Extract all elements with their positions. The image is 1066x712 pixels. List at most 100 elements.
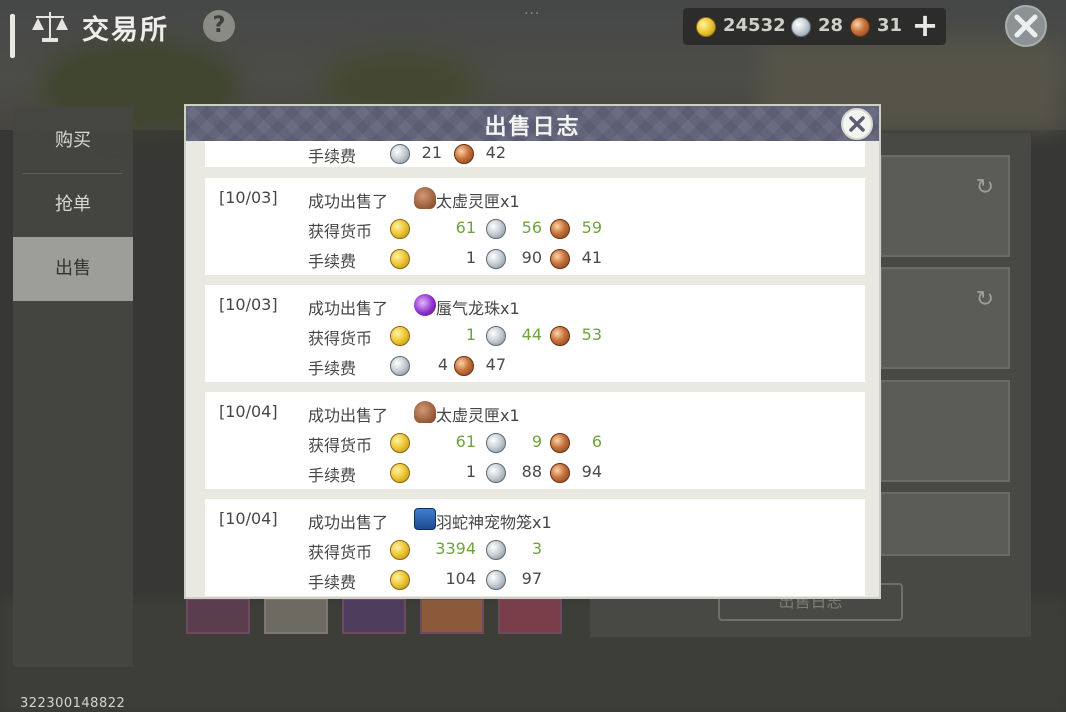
nav-sell[interactable]: 出售	[13, 237, 133, 301]
sell-slot[interactable]: ↻	[880, 155, 1010, 257]
earned-label: 获得货币	[308, 329, 373, 348]
earned-label: 获得货币	[308, 222, 373, 241]
gold-coin-icon	[390, 249, 410, 269]
entry-date: [10/03]	[219, 188, 278, 207]
copper-coin-icon	[550, 463, 570, 483]
top-bar: 交易所 ? ··· 24532 28 31 +	[0, 0, 1066, 58]
silver-coin-icon	[486, 540, 506, 560]
earned-silver: 56	[521, 218, 542, 237]
fee-gold: 104	[445, 569, 476, 588]
silver-coin-icon	[486, 433, 506, 453]
earned-silver: 9	[531, 432, 542, 451]
silver-coin-icon	[486, 219, 506, 239]
sold-label: 成功出售了	[308, 513, 389, 532]
earned-copper: 6	[591, 432, 602, 451]
inventory-item[interactable]	[420, 598, 484, 634]
dialog-close-button[interactable]	[841, 108, 873, 140]
item-name: 蜃气龙珠x1	[436, 299, 520, 318]
box-icon	[414, 187, 436, 209]
silver-coin-icon	[486, 570, 506, 590]
copper-coin-icon	[550, 219, 570, 239]
copper-coin-icon	[550, 249, 570, 269]
fee-copper: 47	[485, 355, 506, 374]
silver-coin-icon	[390, 356, 410, 376]
scales-icon	[32, 12, 68, 42]
item-name: 太虚灵匣x1	[436, 192, 520, 211]
sell-slot[interactable]: ↻	[880, 267, 1010, 369]
silver-coin-icon	[486, 249, 506, 269]
fee-silver: 88	[521, 462, 542, 481]
fee-label: 手续费	[308, 252, 357, 271]
refresh-icon[interactable]: ↻	[976, 287, 994, 312]
sale-log-list[interactable]: 手续费 21 42 [10/03] 成功出售了 太虚灵匣x1 获得货币 61 5…	[186, 141, 879, 596]
fee-silver: 97	[521, 569, 542, 588]
sale-log-dialog: 出售日志 手续费 21 42 [10/03] 成功出售了 太虚灵匣x1 获得货币…	[184, 104, 881, 599]
nav-buy[interactable]: 购买	[13, 109, 133, 173]
entry-date: [10/04]	[219, 402, 278, 421]
sold-label: 成功出售了	[308, 192, 389, 211]
help-button[interactable]: ?	[203, 10, 235, 42]
gold-coin-icon	[390, 326, 410, 346]
fee-gold: 1	[465, 248, 476, 267]
fee-copper: 42	[485, 143, 506, 162]
currency-wallet: 24532 28 31 +	[683, 8, 946, 45]
sold-label: 成功出售了	[308, 299, 389, 318]
close-icon	[1014, 14, 1038, 38]
fee-silver: 90	[521, 248, 542, 267]
fee-gold: 1	[465, 462, 476, 481]
gold-amount: 24532	[723, 15, 786, 36]
earned-gold: 1	[465, 325, 476, 344]
nav-grab-order[interactable]: 抢单	[13, 173, 133, 237]
sold-label: 成功出售了	[308, 406, 389, 425]
gold-coin-icon	[390, 463, 410, 483]
list-item: [10/04] 成功出售了 太虚灵匣x1 获得货币 61 9 6 手续费 1 8…	[205, 392, 865, 489]
dialog-header: 出售日志	[186, 106, 879, 141]
sell-slot[interactable]	[880, 492, 1010, 556]
inventory-item[interactable]	[342, 598, 406, 634]
close-icon	[849, 116, 865, 132]
drag-handle-icon: ···	[524, 6, 541, 22]
fee-silver: 21	[421, 143, 442, 162]
sell-slot[interactable]	[880, 380, 1010, 482]
list-item: [10/03] 成功出售了 太虚灵匣x1 获得货币 61 56 59 手续费 1	[205, 178, 865, 275]
earned-gold: 61	[455, 218, 476, 237]
silver-amount: 28	[818, 15, 844, 36]
earned-label: 获得货币	[308, 436, 373, 455]
earned-gold: 61	[455, 432, 476, 451]
entry-date: [10/04]	[219, 509, 278, 528]
list-item: [10/03] 成功出售了 蜃气龙珠x1 获得货币 1 44 53 手续费 4	[205, 285, 865, 382]
inventory-item[interactable]	[498, 598, 562, 634]
box-icon	[414, 401, 436, 423]
gold-coin-icon	[390, 540, 410, 560]
copper-coin-icon	[850, 17, 870, 37]
orb-icon	[414, 294, 436, 316]
dialog-title: 出售日志	[484, 115, 581, 140]
item-name: 太虚灵匣x1	[436, 406, 520, 425]
fee-label: 手续费	[308, 359, 357, 378]
inventory-item[interactable]	[264, 598, 328, 634]
player-uid: 322300148822	[20, 696, 126, 711]
refresh-icon[interactable]: ↻	[976, 175, 994, 200]
earned-label: 获得货币	[308, 543, 373, 562]
gold-coin-icon	[696, 17, 716, 37]
fee-copper: 41	[581, 248, 602, 267]
silver-coin-icon	[390, 144, 410, 164]
cage-icon	[414, 508, 436, 530]
fee-label: 手续费	[308, 147, 357, 166]
side-navigation: 购买 抢单 出售	[13, 107, 133, 667]
gold-coin-icon	[390, 570, 410, 590]
earned-copper: 59	[581, 218, 602, 237]
silver-coin-icon	[791, 17, 811, 37]
earned-copper: 53	[581, 325, 602, 344]
page-title: 交易所	[82, 15, 169, 46]
earned-silver: 44	[521, 325, 542, 344]
add-currency-button[interactable]: +	[911, 9, 939, 41]
list-item: [10/04] 成功出售了 羽蛇神宠物笼x1 获得货币 3394 3 手续费 1…	[205, 499, 865, 596]
fee-label: 手续费	[308, 573, 357, 592]
close-exchange-button[interactable]	[1005, 5, 1047, 47]
copper-coin-icon	[454, 144, 474, 164]
copper-coin-icon	[550, 326, 570, 346]
back-handle[interactable]	[10, 14, 15, 58]
inventory-item[interactable]	[186, 598, 250, 634]
fee-silver: 4	[437, 355, 448, 374]
